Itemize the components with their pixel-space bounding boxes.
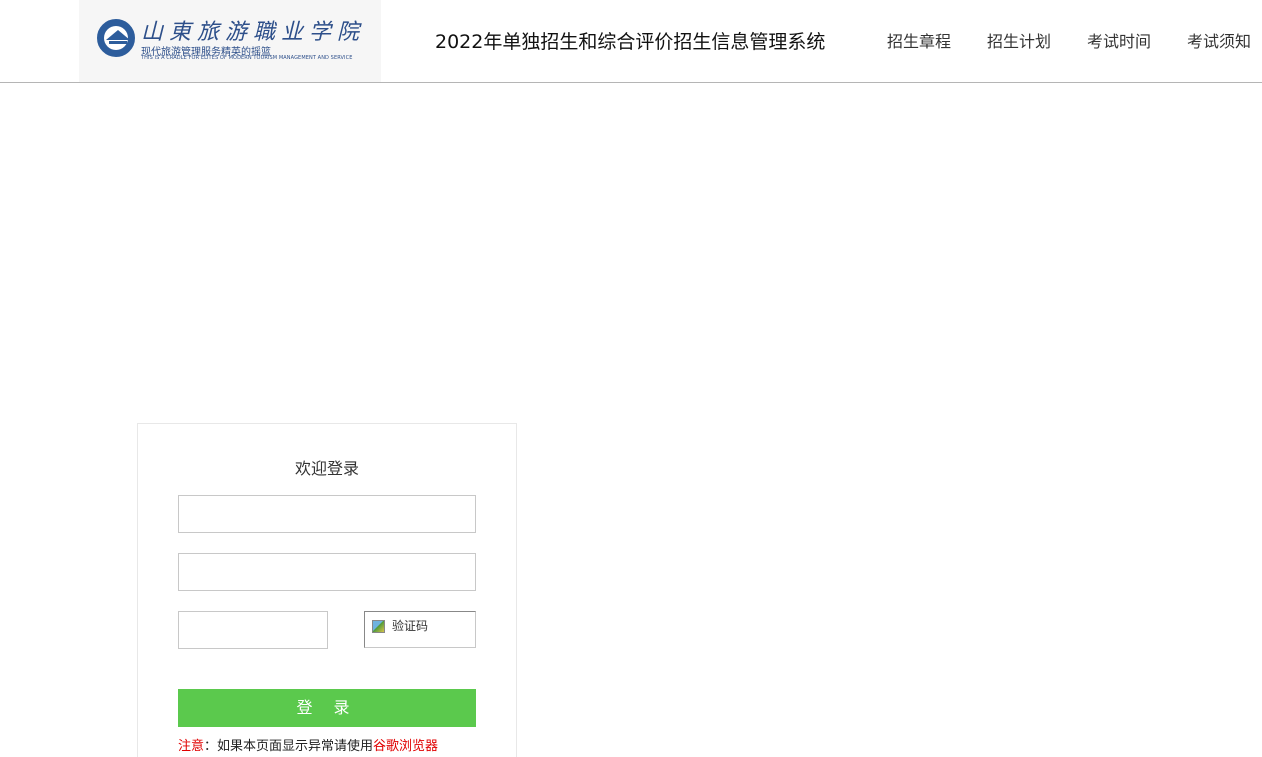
system-title: 2022年单独招生和综合评价招生信息管理系统 [435, 31, 826, 53]
school-logo[interactable]: 山東旅游職业学院 现代旅游管理服务精英的摇篮 THIS IS A CRADLE … [79, 0, 381, 82]
browser-notice: 注意：如果本页面显示异常请使用谷歌浏览器 [178, 735, 438, 754]
captcha-alt-text: 验证码 [392, 619, 429, 633]
login-panel: 欢迎登录 验证码 登 录 注意：如果本页面显示异常请使用谷歌浏览器 [137, 423, 517, 757]
notice-prefix: 注意 [178, 739, 205, 754]
login-button[interactable]: 登 录 [178, 689, 476, 727]
notice-text: ：如果本页面显示异常请使用 [204, 739, 374, 754]
page-header: 山東旅游職业学院 现代旅游管理服务精英的摇篮 THIS IS A CRADLE … [0, 0, 1262, 83]
login-title: 欢迎登录 [294, 459, 359, 478]
logo-english-slogan: THIS IS A CRADLE FOR ELITES OF MODERN TO… [141, 55, 353, 61]
captcha-image[interactable]: 验证码 [364, 611, 476, 648]
nav-admission-charter[interactable]: 招生章程 [887, 28, 951, 52]
captcha-input[interactable] [178, 611, 328, 649]
nav-exam-notice[interactable]: 考试须知 [1187, 28, 1251, 52]
logo-school-name: 山東旅游職业学院 [141, 20, 366, 45]
nav-admission-plan[interactable]: 招生计划 [987, 28, 1051, 52]
school-emblem-icon [97, 19, 135, 57]
password-input[interactable] [178, 553, 476, 591]
broken-image-icon [372, 620, 385, 633]
notice-browser: 谷歌浏览器 [373, 739, 439, 754]
username-input[interactable] [178, 495, 476, 533]
nav-exam-time[interactable]: 考试时间 [1087, 28, 1151, 52]
